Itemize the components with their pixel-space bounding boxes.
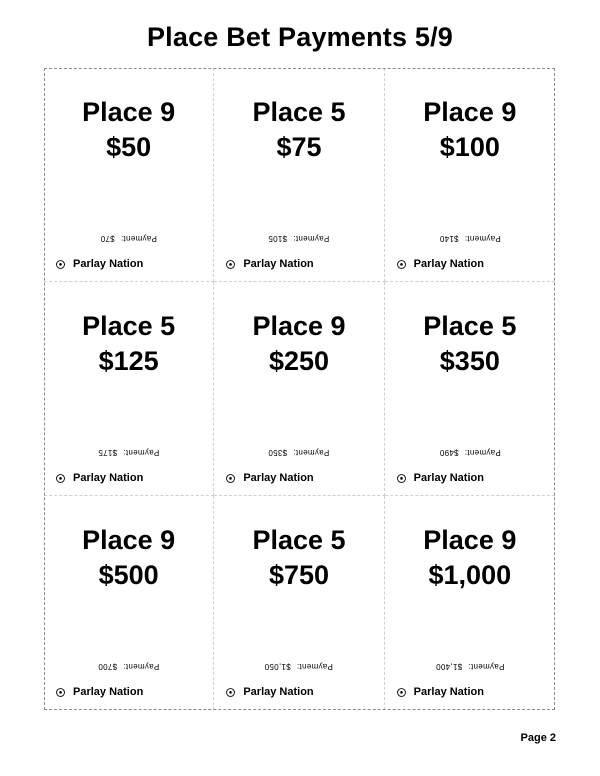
bet-amount: $100 [439, 132, 500, 162]
bet-name: Place 9 [423, 97, 517, 127]
brand-footer: Parlay Nation [56, 258, 143, 270]
brand-name: Parlay Nation [243, 258, 314, 270]
bet-name: Place 9 [423, 525, 517, 555]
bet-card: Place 5 $75 Payment: $105 Parlay Nation [214, 68, 385, 282]
payment-value: $1,050 [264, 662, 292, 671]
bet-name: Place 9 [82, 525, 176, 555]
brand-name: Parlay Nation [73, 472, 144, 484]
soccer-ball-icon [396, 259, 406, 269]
payment-text: Payment: $140 [385, 234, 555, 243]
brand-name: Parlay Nation [73, 686, 144, 698]
bet-amount: $500 [98, 560, 159, 590]
bet-card: Place 9 $50 Payment: $70 Parlay Nation [44, 68, 215, 282]
payment-text: Payment: $490 [385, 448, 555, 457]
bet-card: Place 9 $250 Payment: $350 Parlay Nation [214, 282, 385, 496]
brand-footer: Parlay Nation [226, 686, 314, 698]
page-number: Page 2 [520, 732, 556, 744]
brand-name: Parlay Nation [73, 258, 144, 270]
bet-amount: $350 [439, 346, 500, 376]
bet-amount: $75 [276, 132, 322, 162]
payment-label: Payment: [464, 234, 501, 243]
brand-footer: Parlay Nation [226, 258, 314, 270]
soccer-ball-icon [226, 259, 236, 269]
bet-name: Place 5 [252, 525, 346, 555]
payment-value: $350 [268, 448, 288, 457]
payment-label: Payment: [467, 662, 505, 671]
soccer-ball-icon [56, 687, 65, 697]
payment-label: Payment: [293, 448, 330, 457]
bet-name: Place 5 [423, 311, 517, 341]
payment-value: $700 [98, 662, 118, 671]
brand-footer: Parlay Nation [396, 258, 484, 270]
payment-label: Payment: [120, 234, 157, 243]
soccer-ball-icon [396, 687, 406, 697]
bet-name: Place 9 [252, 311, 346, 341]
payment-value: $175 [98, 448, 118, 457]
brand-name: Parlay Nation [413, 258, 484, 270]
bet-card: Place 9 $100 Payment: $140 Parlay Nation [384, 68, 555, 282]
brand-footer: Parlay Nation [226, 472, 314, 484]
bet-amount: $50 [106, 132, 152, 162]
brand-footer: Parlay Nation [56, 472, 143, 484]
bet-card: Place 9 $1,000 Payment: $1,400 Parlay Nat… [385, 496, 555, 710]
bet-name: Place 9 [82, 97, 176, 127]
brand-footer: Parlay Nation [56, 686, 143, 698]
payment-value: $1,400 [435, 662, 462, 671]
soccer-ball-icon [226, 473, 236, 483]
bet-card: Place 5 $750 Payment: $1,050 Parlay Natio… [214, 496, 385, 710]
payment-text: Payment: $1,050 [214, 662, 383, 671]
bet-name: Place 5 [252, 97, 346, 127]
payment-value: $70 [100, 234, 115, 243]
payment-text: Payment: $105 [214, 234, 383, 243]
bet-amount: $250 [268, 346, 330, 376]
brand-name: Parlay Nation [243, 472, 314, 484]
brand-name: Parlay Nation [413, 686, 484, 698]
payment-label: Payment: [293, 234, 330, 243]
brand-footer: Parlay Nation [396, 686, 484, 698]
card-grid: Place 9 $50 Payment: $70 Parlay Nation Pl… [44, 68, 555, 710]
bet-amount: $750 [268, 560, 330, 590]
payment-text: Payment: $350 [214, 448, 383, 457]
payment-label: Payment: [123, 662, 160, 671]
payment-label: Payment: [464, 448, 501, 457]
payment-label: Payment: [297, 662, 334, 671]
page-title: Place Bet Payments 5/9 [146, 22, 454, 52]
payment-value: $105 [268, 234, 288, 243]
payment-value: $140 [439, 234, 459, 243]
soccer-ball-icon [396, 473, 406, 483]
brand-name: Parlay Nation [243, 686, 314, 698]
payment-text: Payment: $1,400 [385, 662, 555, 671]
soccer-ball-icon [226, 687, 236, 697]
payment-text: Payment: $175 [44, 448, 213, 457]
payment-value: $490 [439, 448, 459, 457]
bet-amount: $1,000 [428, 560, 512, 590]
soccer-ball-icon [56, 473, 65, 483]
soccer-ball-icon [56, 259, 65, 269]
payment-label: Payment: [123, 448, 160, 457]
bet-amount: $125 [98, 346, 159, 376]
brand-name: Parlay Nation [413, 472, 484, 484]
bet-name: Place 5 [82, 311, 176, 341]
bet-card: Place 9 $500 Payment: $700 Parlay Nation [44, 496, 215, 710]
brand-footer: Parlay Nation [396, 472, 484, 484]
payment-text: Payment: $700 [44, 662, 213, 671]
bet-card: Place 5 $125 Payment: $175 Parlay Nation [44, 282, 215, 496]
payment-text: Payment: $70 [44, 234, 213, 243]
bet-card: Place 5 $350 Payment: $490 Parlay Nation [384, 282, 555, 496]
